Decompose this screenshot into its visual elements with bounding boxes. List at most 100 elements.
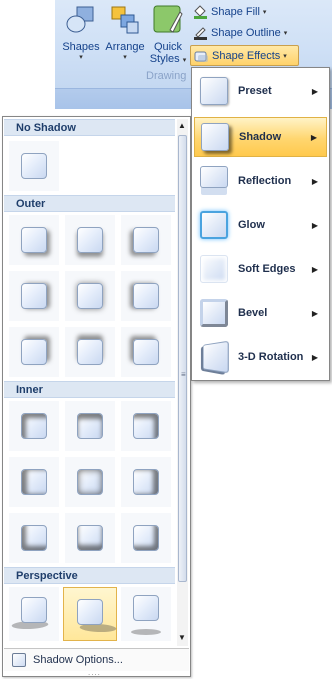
quick-label: Quick <box>153 41 183 53</box>
resize-grip-icon[interactable]: .... <box>88 669 101 677</box>
menu-item-shadow[interactable]: Shadow ▶ <box>194 117 327 157</box>
3d-rotation-icon <box>202 340 229 374</box>
shadow-option-perspective[interactable] <box>121 587 171 641</box>
shapes-icon <box>66 6 94 33</box>
shadow-options-label: Shadow Options... <box>33 654 123 666</box>
shadow-option-inner[interactable] <box>65 457 115 507</box>
pen-icon <box>194 26 207 40</box>
menu-item-label: Bevel <box>238 307 268 319</box>
menu-item-reflection[interactable]: Reflection ▶ <box>194 161 327 201</box>
grip-icon: ≡ <box>181 370 186 379</box>
menu-item-glow[interactable]: Glow ▶ <box>194 205 327 245</box>
section-header-outer: Outer <box>4 195 175 212</box>
scrollbar-thumb[interactable]: ≡ <box>178 135 187 582</box>
menu-item-3d-rotation[interactable]: 3-D Rotation ▶ <box>194 337 327 377</box>
submenu-arrow-icon: ▶ <box>311 264 318 274</box>
bevel-icon <box>200 299 228 327</box>
submenu-arrow-icon: ▶ <box>311 352 318 362</box>
menu-item-preset[interactable]: Preset ▶ <box>194 71 327 111</box>
shadow-preview <box>77 525 103 551</box>
shadow-option-outer[interactable] <box>65 271 115 321</box>
shadow-preview <box>21 153 47 179</box>
shadow-option-outer[interactable] <box>65 327 115 377</box>
scroll-up-arrow-icon[interactable]: ▲ <box>178 121 186 130</box>
menu-item-label: Soft Edges <box>238 263 296 275</box>
arrange-button[interactable]: Arrange ▾ <box>103 4 147 62</box>
arrange-icon <box>111 6 139 34</box>
perspective-shadow <box>76 624 120 632</box>
shadow-preview <box>21 283 47 309</box>
shadow-option-perspective[interactable] <box>8 587 59 641</box>
shape-outline-button[interactable]: Shape Outline ▾ <box>193 24 287 41</box>
quick-styles-button[interactable]: Quick Styles ▾ <box>147 4 189 67</box>
menu-item-label: Shadow <box>239 131 282 143</box>
shadow-preview <box>21 525 47 551</box>
arrange-label: Arrange <box>105 41 145 53</box>
shape-fill-button[interactable]: Shape Fill ▾ <box>193 3 266 20</box>
shadow-option-outer[interactable] <box>9 327 59 377</box>
quick-styles-icon <box>153 5 183 33</box>
shapes-button[interactable]: Shapes ▾ <box>59 4 103 62</box>
shadow-preview <box>77 413 103 439</box>
shadow-option-inner[interactable] <box>65 513 115 563</box>
menu-item-label: Reflection <box>238 175 292 187</box>
shadow-option-inner[interactable] <box>121 513 171 563</box>
chevron-down-icon: ▾ <box>283 52 287 60</box>
shadow-option-inner[interactable] <box>9 457 59 507</box>
submenu-arrow-icon: ▶ <box>310 132 317 142</box>
shape-effects-label: Shape Effects <box>212 49 281 62</box>
submenu-arrow-icon: ▶ <box>311 308 318 318</box>
shapes-label: Shapes <box>62 41 100 53</box>
shape-effects-button[interactable]: Shape Effects ▾ <box>190 45 299 66</box>
gallery-scrollbar[interactable]: ▲ ≡ ▼ <box>177 119 188 646</box>
section-header-inner: Inner <box>4 381 175 398</box>
shadow-option-inner[interactable] <box>65 401 115 451</box>
shadow-option-outer[interactable] <box>121 271 171 321</box>
shape-effects-menu: Preset ▶ Shadow ▶ Reflection ▶ Glow ▶ So… <box>191 67 330 381</box>
shadow-option-inner[interactable] <box>121 457 171 507</box>
menu-item-soft-edges[interactable]: Soft Edges ▶ <box>194 249 327 289</box>
shadow-preview <box>21 413 47 439</box>
perspective-shadow <box>131 629 161 635</box>
shadow-preview <box>77 599 103 625</box>
shadow-preview <box>133 469 159 495</box>
group-label-drawing: Drawing <box>146 70 187 82</box>
submenu-arrow-icon: ▶ <box>311 176 318 186</box>
paint-bucket-icon <box>194 4 207 19</box>
shadow-option-inner[interactable] <box>9 401 59 451</box>
glow-icon <box>200 211 228 239</box>
shadow-options-icon <box>12 653 26 667</box>
shadow-option-outer[interactable] <box>121 215 171 265</box>
shape-outline-label: Shape Outline <box>211 26 281 39</box>
submenu-arrow-icon: ▶ <box>311 220 318 230</box>
shadow-preview <box>77 283 103 309</box>
shadow-preview <box>21 227 47 253</box>
chevron-down-icon: ▾ <box>262 8 267 16</box>
shadow-option-perspective-selected[interactable] <box>63 587 120 641</box>
shadow-gallery: No Shadow Outer Inner Perspective ▲ ≡ ▼ … <box>2 116 191 677</box>
shadow-option-outer[interactable] <box>9 215 59 265</box>
shape-fill-label: Shape Fill <box>211 5 260 18</box>
menu-item-label: 3-D Rotation <box>238 351 304 363</box>
section-header-no-shadow: No Shadow <box>4 119 175 136</box>
shadow-option-none[interactable] <box>9 141 59 191</box>
shadow-preview <box>77 227 103 253</box>
reflection-icon <box>200 166 228 188</box>
chevron-down-icon: ▾ <box>79 54 83 61</box>
section-header-perspective: Perspective <box>4 567 175 584</box>
chevron-down-icon: ▾ <box>123 54 127 61</box>
shadow-option-inner[interactable] <box>9 513 59 563</box>
shadow-preview <box>133 525 159 551</box>
shadow-option-inner[interactable] <box>121 401 171 451</box>
shadow-preview <box>133 413 159 439</box>
styles-label: Styles ▾ <box>149 53 187 65</box>
shadow-option-outer[interactable] <box>9 271 59 321</box>
chevron-down-icon: ▾ <box>283 29 288 37</box>
shadow-preview <box>21 469 47 495</box>
shadow-option-outer[interactable] <box>65 215 115 265</box>
shadow-option-outer[interactable] <box>121 327 171 377</box>
scroll-down-arrow-icon[interactable]: ▼ <box>178 633 186 642</box>
shadow-preview <box>133 339 159 365</box>
shadow-preview <box>77 339 103 365</box>
menu-item-bevel[interactable]: Bevel ▶ <box>194 293 327 333</box>
